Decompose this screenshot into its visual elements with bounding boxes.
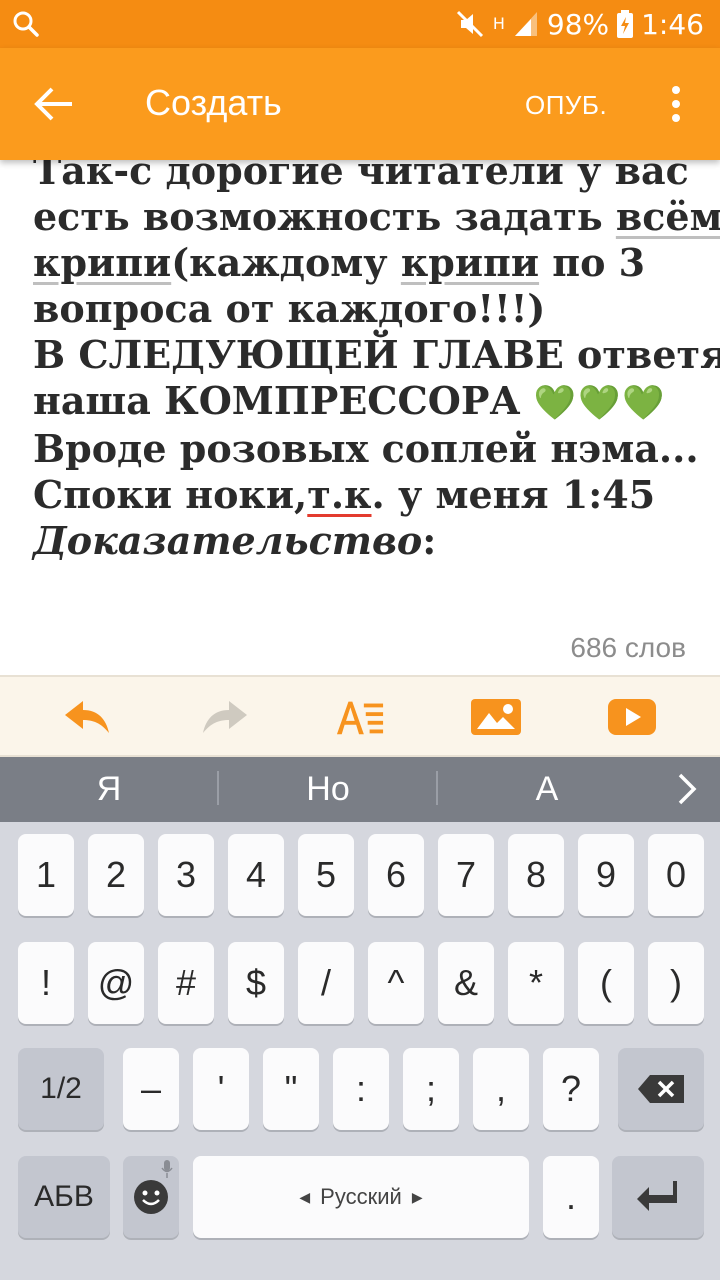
enter-key[interactable]	[612, 1156, 704, 1238]
key-colon[interactable]: :	[333, 1048, 389, 1130]
key-5[interactable]: 5	[298, 834, 354, 916]
key-1[interactable]: 1	[18, 834, 74, 916]
key-ampersand[interactable]: &	[438, 942, 494, 1024]
page-title: Создать	[145, 82, 282, 123]
image-icon	[471, 699, 521, 735]
key-semicolon[interactable]: ;	[403, 1048, 459, 1130]
key-exclamation[interactable]: !	[18, 942, 74, 1024]
key-hash[interactable]: #	[158, 942, 214, 1024]
suggestion-item[interactable]: Я	[0, 757, 218, 822]
redo-button[interactable]	[200, 695, 250, 739]
video-icon	[608, 699, 656, 735]
keyboard: 1 2 3 4 5 6 7 8 9 0 ! @ # $ / ^ & * ( ) …	[0, 822, 720, 1280]
key-quote[interactable]: "	[263, 1048, 319, 1130]
back-arrow-icon[interactable]	[34, 86, 74, 122]
text-line: наша КОМПРЕССОРА 💚💚💚	[33, 378, 667, 423]
key-2[interactable]: 2	[88, 834, 144, 916]
undo-button[interactable]	[62, 695, 112, 739]
signal-icon	[514, 12, 537, 36]
editor-toolbar	[0, 675, 720, 757]
text-line: Доказательство:	[33, 518, 437, 563]
key-8[interactable]: 8	[508, 834, 564, 916]
key-4[interactable]: 4	[228, 834, 284, 916]
key-dash[interactable]: –	[123, 1048, 179, 1130]
battery-charging-icon	[617, 10, 634, 38]
chevron-right-icon: ▶	[411, 1188, 423, 1205]
space-bar[interactable]: ◀ Русский ▶	[193, 1156, 529, 1238]
network-type: H	[492, 14, 505, 33]
key-9[interactable]: 9	[578, 834, 634, 916]
post-body[interactable]: Так-с дорогие читатели у вас есть возмож…	[33, 160, 720, 564]
text-line: Вроде розовых соплей нэма...	[33, 426, 699, 471]
text-line: вопроса от каждого!!!)	[33, 286, 546, 331]
key-at[interactable]: @	[88, 942, 144, 1024]
key-dollar[interactable]: $	[228, 942, 284, 1024]
suggestion-item[interactable]: А	[438, 757, 656, 822]
key-7[interactable]: 7	[438, 834, 494, 916]
suggestion-item[interactable]: Но	[219, 757, 437, 822]
key-left-paren[interactable]: (	[578, 942, 634, 1024]
key-slash[interactable]: /	[298, 942, 354, 1024]
key-period[interactable]: .	[543, 1156, 599, 1238]
text-format-button[interactable]	[335, 695, 385, 739]
post-editor[interactable]: Так-с дорогие читатели у вас есть возмож…	[0, 160, 720, 675]
microphone-icon	[161, 1160, 173, 1178]
language-switch-key[interactable]: АБВ	[18, 1156, 110, 1238]
key-3[interactable]: 3	[158, 834, 214, 916]
chevron-right-icon[interactable]	[668, 771, 704, 807]
battery-percent: 98%	[546, 7, 610, 41]
spellcheck-underline: т.к	[307, 472, 372, 517]
word-count: 686 слов	[570, 632, 686, 663]
text-line: Так-с дорогие читатели у вас	[33, 160, 689, 193]
key-0[interactable]: 0	[648, 834, 704, 916]
undo-icon	[65, 701, 109, 733]
key-comma[interactable]: ,	[473, 1048, 529, 1130]
emoji-icon	[134, 1180, 168, 1214]
backspace-key[interactable]	[618, 1048, 704, 1130]
text-line: есть возможность задать всём	[33, 194, 720, 239]
publish-button[interactable]: ОПУБ.	[525, 90, 607, 121]
green-heart-emoji: 💚💚💚	[533, 383, 667, 423]
key-6[interactable]: 6	[368, 834, 424, 916]
page-toggle-key[interactable]: 1/2	[18, 1048, 104, 1130]
key-asterisk[interactable]: *	[508, 942, 564, 1024]
text-line: Споки ноки,т.к. у меня 1:45	[33, 472, 656, 517]
emoji-key[interactable]	[123, 1156, 179, 1238]
chevron-left-icon: ◀	[299, 1188, 311, 1205]
insert-image-button[interactable]	[471, 695, 521, 739]
text-line: В СЛЕДУЮЩЕЙ ГЛАВЕ ответят	[33, 332, 720, 377]
redo-icon	[203, 701, 247, 733]
mute-icon	[456, 10, 483, 38]
space-bar-label: Русский	[320, 1184, 402, 1209]
search-icon	[13, 11, 39, 37]
clock: 1:46	[641, 7, 704, 41]
suggestion-strip: Я Но А	[0, 757, 720, 822]
key-right-paren[interactable]: )	[648, 942, 704, 1024]
more-options-icon[interactable]	[664, 84, 688, 124]
status-bar: H 98% 1:46	[0, 0, 720, 48]
app-bar: Создать ОПУБ.	[0, 48, 720, 160]
key-question[interactable]: ?	[543, 1048, 599, 1130]
insert-video-button[interactable]	[607, 695, 657, 739]
enter-icon	[637, 1181, 677, 1211]
text-format-icon	[336, 701, 384, 735]
key-caret[interactable]: ^	[368, 942, 424, 1024]
text-line: крипи(каждому крипи по 3	[33, 240, 646, 285]
key-apostrophe[interactable]: '	[193, 1048, 249, 1130]
backspace-icon	[638, 1075, 684, 1103]
